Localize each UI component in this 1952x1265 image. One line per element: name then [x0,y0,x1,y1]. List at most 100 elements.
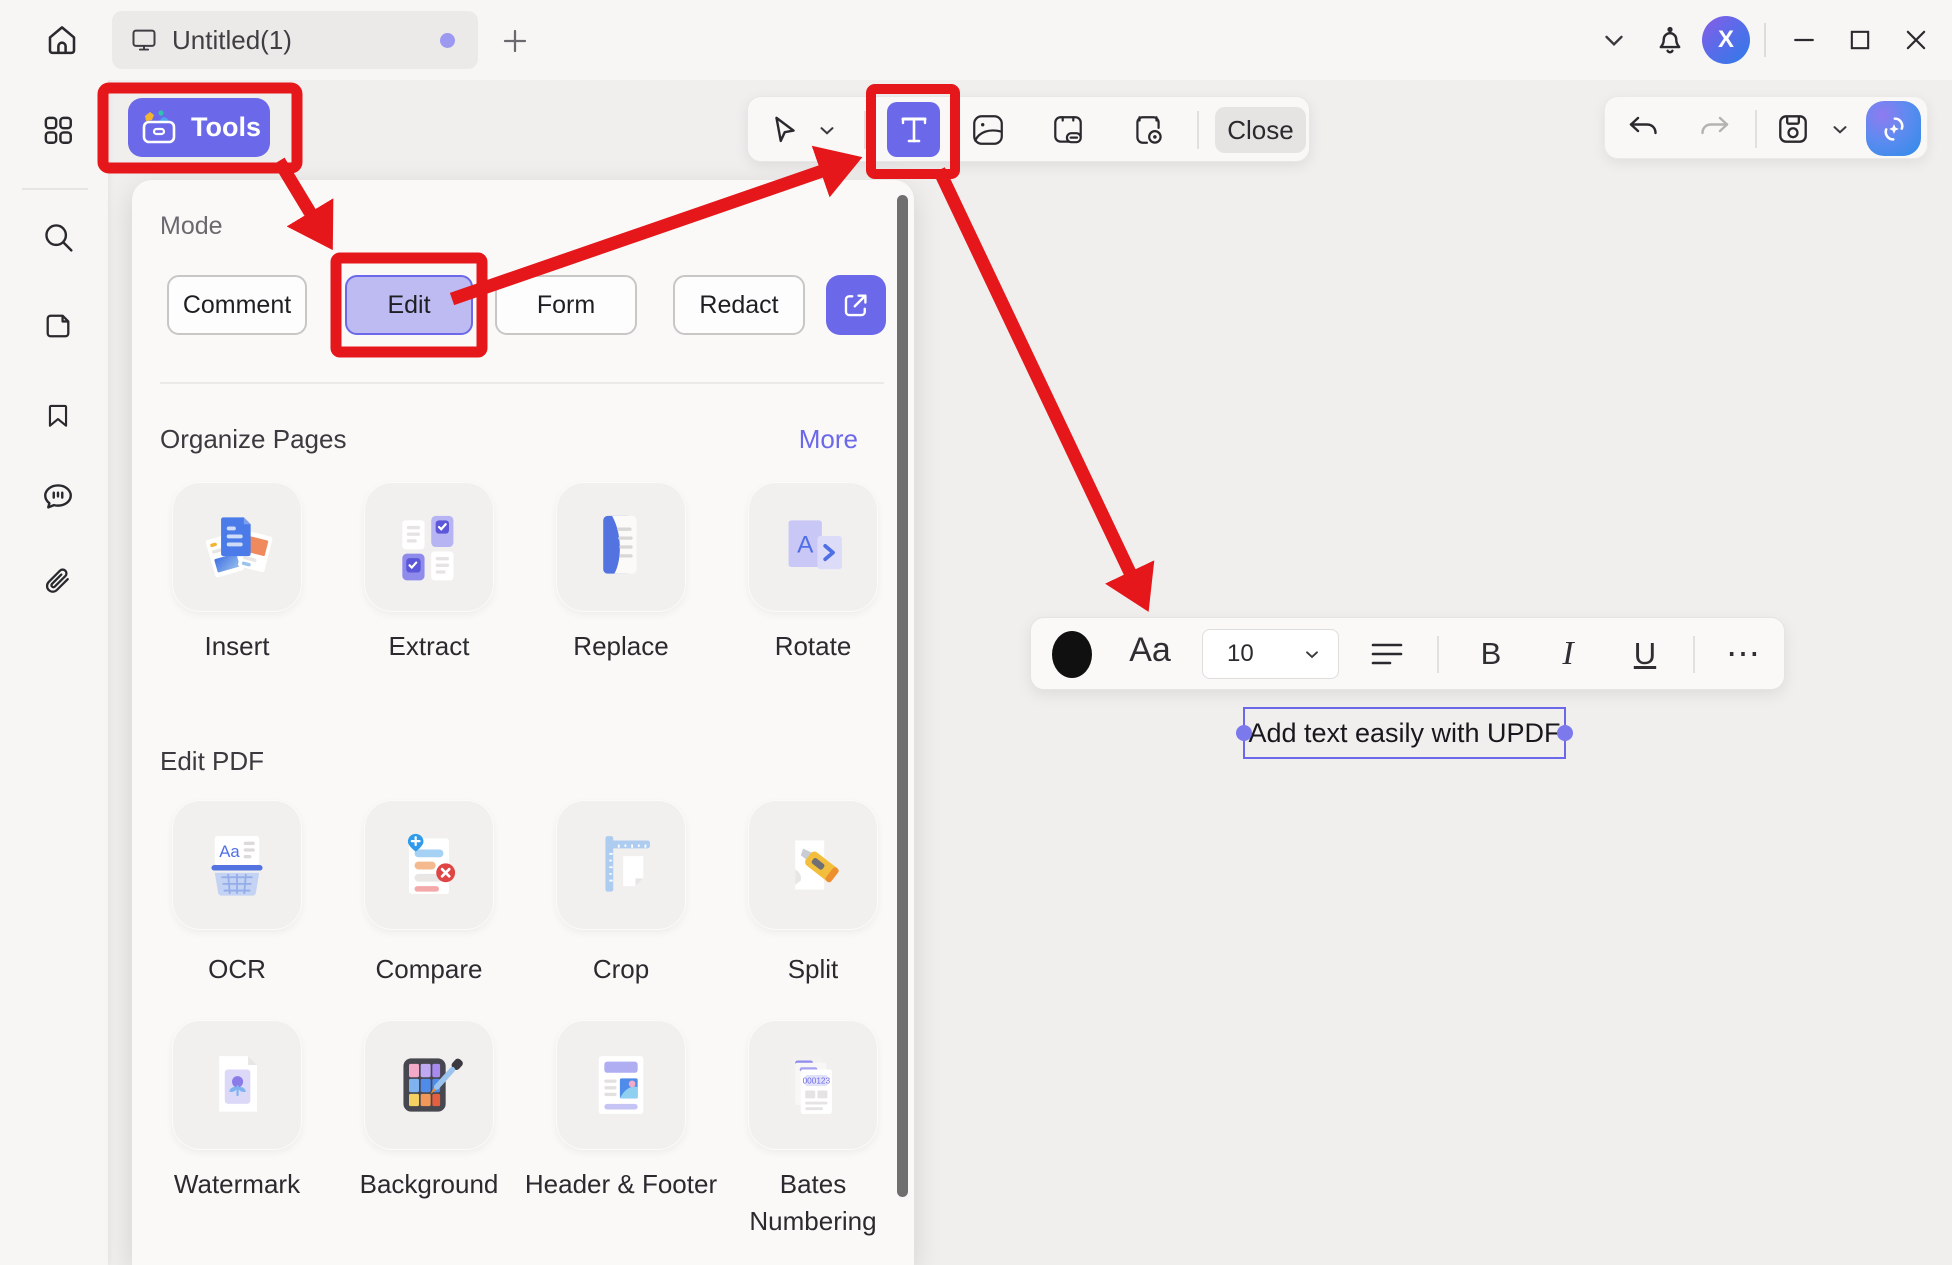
mode-edit-button[interactable]: Edit [345,275,473,335]
save-icon [1775,111,1811,147]
panel-scrollbar[interactable] [897,195,908,1197]
account-button[interactable]: X [1698,12,1754,68]
more-options-button[interactable]: ⋯ [1719,630,1767,678]
tool-ocr[interactable]: Aa OCR [172,800,302,930]
tool-split[interactable]: Split [748,800,878,930]
mode-form-button[interactable]: Form [495,275,637,335]
toolbox-icon [137,108,181,148]
mode-comment-button[interactable]: Comment [167,275,307,335]
tool-rotate[interactable]: A Rotate [748,482,878,612]
tools-panel: Mode Comment Edit Form Redact Organize P… [132,180,914,1265]
undo-icon [1626,112,1660,146]
tool-bates-numbering[interactable]: 000123 Bates Numbering [748,1020,878,1150]
link-tool-button[interactable] [1045,107,1091,153]
sidebar-item-apps[interactable] [38,110,78,150]
tool-label: Split [713,951,913,988]
tool-label: Bates Numbering [713,1166,913,1240]
document-tab[interactable]: Untitled(1) [112,11,478,69]
tool-watermark[interactable]: Watermark [172,1020,302,1150]
font-family-button[interactable]: Aa [1119,631,1181,670]
location-tool-button[interactable] [1125,107,1171,153]
sidebar-item-pages[interactable] [38,306,78,346]
save-dropdown[interactable] [1823,109,1857,149]
watermark-card [172,1020,302,1150]
save-button[interactable] [1773,109,1813,149]
bell-icon [1653,23,1687,57]
svg-text:A: A [797,532,814,559]
image-icon [970,112,1006,148]
close-window-button[interactable] [1888,12,1944,68]
close-edit-toolbar-button[interactable]: Close [1215,107,1306,153]
align-button[interactable] [1363,630,1411,678]
close-icon [1901,25,1931,55]
ai-assistant-button[interactable] [1866,101,1921,156]
quick-actions-toolbar [1604,96,1928,159]
comment-icon [41,480,75,514]
toolbar-divider [1755,110,1757,148]
crop-card [556,800,686,930]
tool-label: Watermark [137,1166,337,1203]
tool-compare[interactable]: Compare [364,800,494,930]
text-format-toolbar: Aa 10 B I U ⋯ [1030,617,1785,690]
rotate-card: A [748,482,878,612]
bates-icon: 000123 [773,1045,853,1125]
home-button[interactable] [36,14,88,66]
tool-label: Replace [521,628,721,665]
sidebar-item-comments[interactable] [38,477,78,517]
toolbar-divider [1437,636,1439,673]
compare-icon [389,825,469,905]
replace-card [556,482,686,612]
select-tool-button[interactable] [762,107,808,153]
font-color-button[interactable] [1052,631,1092,678]
minimize-button[interactable] [1776,12,1832,68]
tool-replace[interactable]: Replace [556,482,686,612]
undo-button[interactable] [1623,109,1663,149]
mode-redact-button[interactable]: Redact [673,275,805,335]
tool-extract[interactable]: Extract [364,482,494,612]
open-in-new-window-button[interactable] [826,275,886,335]
tool-label: OCR [137,951,337,988]
bates-card: 000123 [748,1020,878,1150]
font-size-select[interactable]: 10 [1202,629,1339,679]
bookmark-icon [43,400,73,430]
organize-more-link[interactable]: More [799,424,858,455]
tool-label: Rotate [713,628,913,665]
sidebar-item-search[interactable] [38,217,78,257]
maximize-icon [1846,26,1874,54]
paperclip-icon [42,566,74,598]
sidebar-item-bookmarks[interactable] [38,395,78,435]
select-tool-dropdown[interactable] [810,107,844,153]
tool-crop[interactable]: Crop [556,800,686,930]
tool-header-footer[interactable]: Header & Footer [556,1020,686,1150]
maximize-button[interactable] [1832,12,1888,68]
tool-label: Insert [137,628,337,665]
crop-icon [581,825,661,905]
redo-button[interactable] [1695,109,1735,149]
cursor-icon [768,113,802,147]
resize-handle-left[interactable] [1236,725,1252,741]
tool-background[interactable]: Background [364,1020,494,1150]
page-icon [42,310,74,342]
chevron-down-icon [1829,118,1851,140]
collapse-toolbar-button[interactable] [1586,12,1642,68]
organize-pages-title: Organize Pages [160,424,346,455]
tool-label: Background [329,1166,529,1203]
edit-mode-toolbar: Close [747,96,1310,162]
sidebar-item-attachments[interactable] [38,562,78,602]
bold-button[interactable]: B [1467,630,1515,678]
notifications-button[interactable] [1642,12,1698,68]
replace-icon [581,507,661,587]
tools-button-label: Tools [191,112,261,143]
rotate-icon: A [773,507,853,587]
tools-button[interactable]: Tools [128,98,270,157]
text-tool-button[interactable] [887,102,940,157]
image-tool-button[interactable] [965,107,1011,153]
underline-button[interactable]: U [1621,630,1669,678]
align-left-icon [1370,640,1404,668]
external-link-icon [841,290,871,320]
new-tab-button[interactable] [494,20,536,62]
tool-insert[interactable]: Insert [172,482,302,612]
canvas-text-box[interactable]: Add text easily with UPDF [1243,707,1566,759]
resize-handle-right[interactable] [1557,725,1573,741]
italic-button[interactable]: I [1544,630,1592,678]
